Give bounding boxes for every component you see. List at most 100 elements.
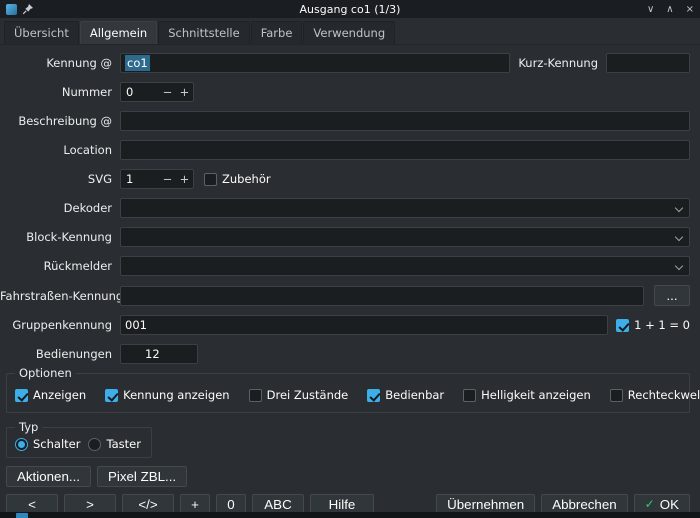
row-beschreibung: Beschreibung @	[0, 111, 690, 131]
tab-uebersicht[interactable]: Übersicht	[4, 21, 79, 44]
rechteckwelle-checkbox-label: Rechteckwelle	[628, 388, 700, 402]
taskbar-strip	[0, 512, 700, 518]
svg-increment-button[interactable]: +	[176, 172, 193, 186]
kennung-label: Kennung @	[0, 56, 120, 70]
bedienbar-checkbox[interactable]: Bedienbar	[367, 388, 444, 402]
bedienbar-checkbox-label: Bedienbar	[385, 388, 444, 402]
gruppenkennung-input[interactable]	[120, 315, 608, 335]
drei-zustaende-checkbox[interactable]: Drei Zustände	[249, 388, 349, 402]
nummer-label: Nummer	[0, 85, 120, 99]
rueckmelder-combobox[interactable]	[120, 256, 690, 276]
fahrstrassen-browse-button[interactable]: ...	[654, 285, 690, 306]
dialog-window: Ausgang co1 (1/3) ∨ ∧ × Übersicht Allgem…	[0, 0, 700, 515]
fahrstrassen-input[interactable]	[120, 286, 644, 306]
kennung-input[interactable]: co1	[120, 53, 510, 73]
ok-button-label: OK	[660, 497, 679, 512]
row-bedienungen: Bedienungen	[0, 344, 690, 364]
anzeigen-checkbox-label: Anzeigen	[33, 388, 86, 402]
close-button[interactable]: ×	[686, 4, 694, 15]
kennung-anzeigen-checkbox-box	[105, 389, 118, 402]
bedienungen-label: Bedienungen	[0, 347, 120, 361]
typ-group: Typ Schalter Taster	[6, 427, 152, 458]
schalter-radio[interactable]: Schalter	[15, 437, 80, 451]
row-block-kennung: Block-Kennung	[0, 227, 690, 247]
drei-zustaende-checkbox-label: Drei Zustände	[267, 388, 349, 402]
anzeigen-checkbox[interactable]: Anzeigen	[15, 388, 86, 402]
helligkeit-anzeigen-checkbox-box	[463, 389, 476, 402]
block-kennung-combobox[interactable]	[120, 227, 690, 247]
tab-bar: Übersicht Allgemein Schnittstelle Farbe …	[0, 18, 700, 45]
block-kennung-label: Block-Kennung	[0, 230, 120, 244]
minimize-button[interactable]: ∨	[647, 4, 654, 15]
app-icon[interactable]	[6, 4, 17, 15]
rechteckwelle-checkbox-box	[610, 389, 623, 402]
chevron-down-icon	[675, 204, 683, 212]
zubehoer-checkbox[interactable]: Zubehör	[204, 172, 271, 186]
gruppenkennung-field[interactable]	[125, 316, 603, 334]
kurz-kennung-label: Kurz-Kennung	[518, 56, 598, 70]
kurz-kennung-input[interactable]	[606, 53, 690, 73]
tab-schnittstelle[interactable]: Schnittstelle	[158, 21, 249, 44]
optionen-group: Optionen Anzeigen Kennung anzeigen Drei …	[6, 373, 690, 413]
tab-farbe[interactable]: Farbe	[251, 21, 303, 44]
taster-radio-circle	[88, 438, 101, 451]
nummer-increment-button[interactable]: +	[176, 85, 193, 99]
row-nummer: Nummer 0 − +	[0, 82, 690, 102]
titlebar: Ausgang co1 (1/3) ∨ ∧ ×	[0, 0, 700, 18]
window-title: Ausgang co1 (1/3)	[126, 3, 574, 16]
rechteckwelle-checkbox[interactable]: Rechteckwelle	[610, 388, 700, 402]
tab-allgemein[interactable]: Allgemein	[80, 21, 157, 44]
row-svg: SVG 1 − + Zubehör	[0, 169, 690, 189]
bedienungen-input[interactable]	[120, 344, 198, 364]
chevron-down-icon	[675, 233, 683, 241]
beschreibung-input[interactable]	[120, 111, 690, 131]
nummer-value: 0	[121, 85, 159, 99]
schalter-radio-circle	[15, 438, 28, 451]
fahrstrassen-field[interactable]	[125, 287, 639, 305]
anzeigen-checkbox-box	[15, 389, 28, 402]
optionen-group-title: Optionen	[15, 366, 76, 380]
row-gruppenkennung: Gruppenkennung 1 + 1 = 0	[0, 315, 690, 335]
kennung-selected-text: co1	[125, 55, 150, 71]
one-plus-one-checkbox-label: 1 + 1 = 0	[634, 318, 690, 332]
kurz-kennung-field[interactable]	[611, 54, 685, 72]
schalter-radio-label: Schalter	[33, 437, 80, 451]
nummer-decrement-button[interactable]: −	[159, 85, 176, 99]
pin-icon[interactable]	[22, 3, 34, 15]
tab-verwendung[interactable]: Verwendung	[303, 21, 395, 44]
location-input[interactable]	[120, 140, 690, 160]
helligkeit-anzeigen-checkbox[interactable]: Helligkeit anzeigen	[463, 388, 591, 402]
row-kennung: Kennung @ co1 Kurz-Kennung	[0, 53, 690, 73]
svg-value: 1	[121, 172, 159, 186]
one-plus-one-checkbox[interactable]: 1 + 1 = 0	[616, 318, 690, 332]
ok-check-icon: ✓	[645, 497, 655, 511]
dekoder-label: Dekoder	[0, 201, 120, 215]
beschreibung-field[interactable]	[125, 112, 685, 130]
zubehoer-checkbox-label: Zubehör	[222, 172, 271, 186]
drei-zustaende-checkbox-box	[249, 389, 262, 402]
bedienbar-checkbox-box	[367, 389, 380, 402]
bedienungen-field[interactable]	[125, 345, 193, 363]
row-location: Location	[0, 140, 690, 160]
kennung-anzeigen-checkbox[interactable]: Kennung anzeigen	[105, 388, 229, 402]
zubehoer-checkbox-box	[204, 173, 217, 186]
typ-group-title: Typ	[15, 420, 42, 434]
svg-spinbox[interactable]: 1 − +	[120, 169, 194, 189]
location-field[interactable]	[125, 141, 685, 159]
pixel-zbl-button[interactable]: Pixel ZBL...	[97, 466, 187, 487]
taster-radio[interactable]: Taster	[88, 437, 140, 451]
row-rueckmelder: Rückmelder	[0, 256, 690, 276]
location-label: Location	[0, 143, 120, 157]
helligkeit-anzeigen-checkbox-label: Helligkeit anzeigen	[481, 388, 591, 402]
aktionen-button[interactable]: Aktionen...	[6, 466, 91, 487]
maximize-button[interactable]: ∧	[666, 4, 673, 15]
fahrstrassen-label: Fahrstraßen-Kennungen	[0, 289, 120, 303]
row-dekoder: Dekoder	[0, 198, 690, 218]
row-fahrstrassen: Fahrstraßen-Kennungen ...	[0, 285, 690, 306]
svg-decrement-button[interactable]: −	[159, 172, 176, 186]
dekoder-combobox[interactable]	[120, 198, 690, 218]
svg-label: SVG	[0, 172, 120, 186]
nummer-spinbox[interactable]: 0 − +	[120, 82, 194, 102]
actions-row: Aktionen... Pixel ZBL...	[6, 466, 700, 487]
taskbar-app-icon[interactable]	[16, 513, 28, 518]
